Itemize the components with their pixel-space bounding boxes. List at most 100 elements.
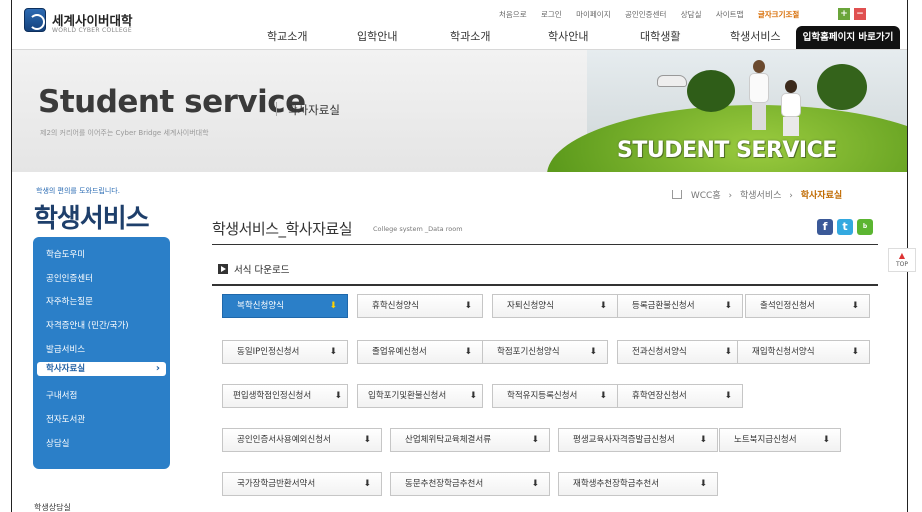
nav-item-departments[interactable]: 학과소개 — [450, 28, 490, 44]
download-icon: ⬇ — [469, 391, 477, 401]
section-bullet-icon — [218, 264, 228, 274]
download-button[interactable]: 입학포기및환불신청서 ⬇ — [357, 384, 483, 408]
download-button[interactable]: 출석인정신청서 ⬇ — [745, 294, 870, 318]
page-frame: 세계사이버대학 WORLD CYBER COLLEGE 처음으로 로그인 마이페… — [11, 0, 908, 512]
util-link-cert[interactable]: 공인인증센터 — [625, 9, 666, 20]
download-label: 졸업유예신청서 — [372, 347, 427, 357]
download-icon: ⬇ — [724, 391, 732, 401]
download-label: 출석인정신청서 — [760, 301, 815, 311]
download-label: 등록금환불신청서 — [632, 301, 695, 311]
download-label: 노트북지급신청서 — [734, 435, 797, 445]
banner-divider — [276, 102, 277, 116]
util-link-home[interactable]: 처음으로 — [499, 9, 527, 20]
download-icon: ⬇ — [363, 435, 371, 445]
download-button[interactable]: 휴학연장신청서 ⬇ — [617, 384, 743, 408]
font-decrease-button[interactable]: − — [854, 8, 866, 20]
main-nav: 학교소개 입학안내 학과소개 학사안내 대학생활 학생서비스 — [242, 28, 792, 48]
util-link-mypage[interactable]: 마이페이지 — [576, 9, 611, 20]
download-button[interactable]: 학점포기신청양식 ⬇ — [482, 340, 608, 364]
sidebar-item-counsel[interactable]: 상담실 — [46, 437, 69, 449]
font-size-label: 글자크기조절 — [757, 10, 800, 19]
breadcrumb: WCC홈 › 학생서비스 › 학사자료실 — [672, 188, 847, 202]
page-title: 학생서비스_학사자료실 — [212, 220, 353, 238]
download-label: 산업체위탁교육체결서류 — [405, 435, 492, 445]
scroll-top-button[interactable]: ▲ TOP — [888, 248, 916, 272]
download-button[interactable]: 자퇴신청양식 ⬇ — [492, 294, 618, 318]
logo[interactable]: 세계사이버대학 WORLD CYBER COLLEGE — [24, 8, 214, 38]
download-button[interactable]: 전과신청서양식 ⬇ — [617, 340, 743, 364]
banner-student-female — [779, 80, 803, 136]
download-icon: ⬇ — [724, 301, 732, 311]
sidebar-item-faq[interactable]: 자주하는질문 — [46, 295, 93, 307]
section-header: 서식 다운로드 — [212, 244, 878, 286]
breadcrumb-item[interactable]: WCC홈 — [691, 188, 721, 201]
sidebar-item-data-room[interactable]: 학사자료실 — [37, 362, 166, 376]
download-label: 국가장학금반환서약서 — [237, 479, 316, 489]
hero-banner: Student service 학사자료실 제2의 커리어를 이어주는 Cybe… — [12, 50, 907, 172]
sidebar-caption: 학생의 편의를 도와드립니다. — [36, 187, 120, 195]
download-button[interactable]: 졸업유예신청서 ⬇ — [357, 340, 483, 364]
sidebar-item-issuance[interactable]: 발급서비스 — [46, 343, 85, 355]
sidebar-item-library[interactable]: 전자도서관 — [46, 413, 85, 425]
nav-item-about[interactable]: 학교소개 — [267, 28, 307, 44]
download-label: 동문추천장학금추천서 — [405, 479, 484, 489]
nav-item-student-service[interactable]: 학생서비스 — [730, 28, 781, 44]
util-link-counsel[interactable]: 상담실 — [681, 9, 702, 20]
download-button[interactable]: 학적유지등록신청서 ⬇ — [492, 384, 618, 408]
download-label: 공인인증서사용예외신청서 — [237, 435, 331, 445]
header: 세계사이버대학 WORLD CYBER COLLEGE 처음으로 로그인 마이페… — [12, 0, 907, 50]
sidebar-counsel-banner[interactable]: 학생상담실 — [34, 502, 71, 512]
sidebar-menu: 학습도우미 공인인증센터 자주하는질문 자격증안내 (민간/국가) 발급서비스 … — [33, 237, 170, 469]
download-button[interactable]: 국가장학금반환서약서 ⬇ — [222, 472, 382, 496]
sidebar-item-bookstore[interactable]: 구내서점 — [46, 389, 77, 401]
sidebar: 학생의 편의를 도와드립니다. 학생서비스 학습도우미 공인인증센터 자주하는질… — [12, 172, 187, 512]
download-button[interactable]: 재입학신청서양식 ⬇ — [737, 340, 870, 364]
font-increase-button[interactable]: + — [838, 8, 850, 20]
download-button[interactable]: 공인인증서사용예외신청서 ⬇ — [222, 428, 382, 452]
banner-tagline: 제2의 커리어를 이어주는 Cyber Bridge 세계사이버대학 — [40, 129, 209, 137]
download-icon: ⬇ — [589, 347, 597, 357]
breadcrumb-separator: › — [789, 191, 793, 201]
download-label: 입학포기및환불신청서 — [368, 391, 447, 401]
download-label: 학점포기신청양식 — [497, 347, 560, 357]
download-grid: 복학신청양식 ⬇ 휴학신청양식 ⬇ 자퇴신청양식 ⬇ 등록금환불신청서 ⬇ 출석인정신청… — [222, 294, 872, 504]
banner-tree — [817, 64, 867, 110]
page-title-en: College system _Data room — [373, 225, 463, 233]
sidebar-item-study-helper[interactable]: 학습도우미 — [46, 248, 85, 260]
sidebar-item-license-guide[interactable]: 자격증안내 (민간/국가) — [46, 319, 129, 331]
nav-item-academics[interactable]: 학사안내 — [548, 28, 588, 44]
download-button[interactable]: 산업체위탁교육체결서류 ⬇ — [390, 428, 550, 452]
download-label: 재학생추천장학금추천서 — [573, 479, 660, 489]
breadcrumb-item[interactable]: 학생서비스 — [740, 188, 781, 201]
social-share: f t b — [817, 219, 877, 235]
nav-item-admission[interactable]: 입학안내 — [357, 28, 397, 44]
util-link-login[interactable]: 로그인 — [541, 9, 562, 20]
banner-subtitle: 학사자료실 — [287, 103, 340, 117]
download-button[interactable]: 등록금환불신청서 ⬇ — [617, 294, 743, 318]
download-button[interactable]: 복학신청양식 ⬇ — [222, 294, 348, 318]
download-button[interactable]: 편입생학점인정신청서 ⬇ — [222, 384, 348, 408]
banner-illustration: STUDENT SERVICE — [547, 50, 907, 172]
util-link-sitemap[interactable]: 사이트맵 — [716, 9, 744, 20]
sidebar-item-cert-center[interactable]: 공인인증센터 — [46, 272, 93, 284]
download-label: 복학신청양식 — [237, 301, 284, 311]
download-icon: ⬇ — [851, 301, 859, 311]
download-button[interactable]: 재학생추천장학금추천서 ⬇ — [558, 472, 718, 496]
download-button[interactable]: 동문추천장학금추천서 ⬇ — [390, 472, 550, 496]
download-icon: ⬇ — [699, 479, 707, 489]
nav-item-campus-life[interactable]: 대학생활 — [640, 28, 680, 44]
download-button[interactable]: 평생교육사자격증발급신청서 ⬇ — [558, 428, 718, 452]
facebook-icon[interactable]: f — [817, 219, 833, 235]
home-icon[interactable] — [672, 190, 682, 199]
download-icon: ⬇ — [724, 347, 732, 357]
download-button[interactable]: 노트북지급신청서 ⬇ — [719, 428, 841, 452]
download-icon: ⬇ — [599, 391, 607, 401]
twitter-icon[interactable]: t — [837, 219, 853, 235]
download-button[interactable]: 휴학신청양식 ⬇ — [357, 294, 483, 318]
download-label: 휴학신청양식 — [372, 301, 419, 311]
admission-homepage-button[interactable]: 입학홈페이지 바로가기 — [796, 26, 900, 49]
banner-car — [657, 75, 687, 87]
download-button[interactable]: 동일IP인정신청서 ⬇ — [222, 340, 348, 364]
arrow-up-icon: ▲ — [898, 251, 906, 260]
blog-icon[interactable]: b — [857, 219, 873, 235]
